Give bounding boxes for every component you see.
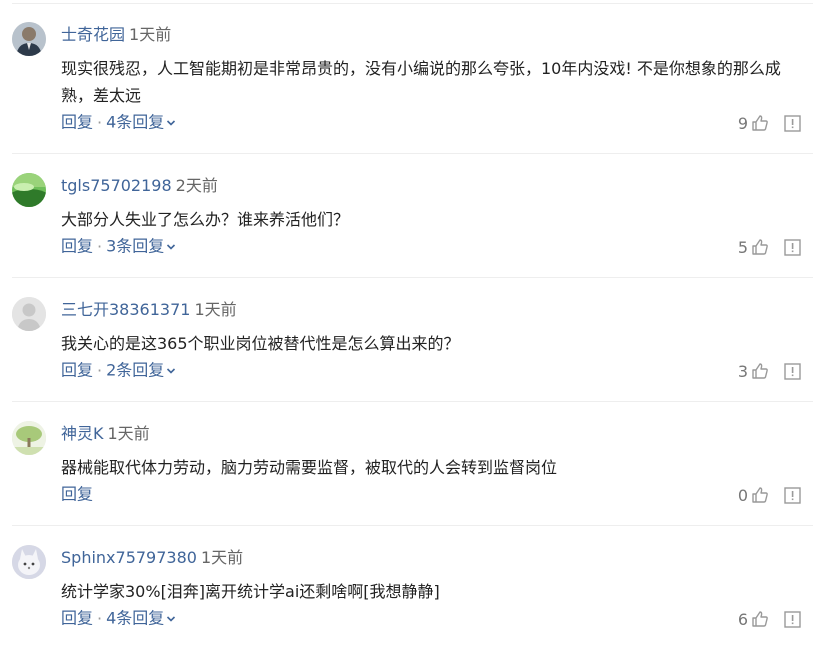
view-replies-button[interactable]: 3条回复	[106, 237, 164, 256]
separator: ·	[97, 360, 103, 380]
thumbs-up-icon[interactable]	[751, 610, 769, 628]
comment-actions: 回复 · 4条回复	[61, 607, 176, 630]
comment-tools: 0	[738, 484, 801, 506]
timestamp: 1天前	[107, 424, 150, 443]
report-icon[interactable]	[784, 238, 801, 256]
comment-tools: 6	[738, 608, 801, 630]
comment-list: 士奇花园 1天前 现实很残忍，人工智能期初是非常昂贵的，没有小编说的那么夸张，10…	[0, 0, 825, 654]
view-replies-button[interactable]: 4条回复	[106, 113, 164, 132]
comment-actions: 回复 · 4条回复	[61, 111, 176, 134]
comment-item: 神灵K 1天前 器械能取代体力劳动，脑力劳动需要监督，被取代的人会转到监督岗位 回…	[0, 402, 825, 526]
avatar[interactable]	[12, 545, 46, 579]
thumbs-up-icon[interactable]	[751, 362, 769, 380]
like-count: 0	[737, 485, 748, 505]
comment-tools: 3	[738, 360, 801, 382]
chevron-down-icon[interactable]	[166, 242, 176, 252]
comment-meta: 三七开38361371 1天前	[61, 299, 237, 321]
comment-item: Sphinx75797380 1天前 统计学家30%[泪奔]离开统计学ai还剩啥啊…	[0, 526, 825, 650]
avatar-tree-icon	[12, 421, 46, 455]
report-icon[interactable]	[784, 362, 801, 380]
reply-button[interactable]: 回复	[61, 237, 93, 256]
comment-meta: tgls75702198 2天前	[61, 175, 218, 197]
avatar[interactable]	[12, 22, 46, 56]
reply-button[interactable]: 回复	[61, 485, 93, 504]
separator: ·	[97, 608, 103, 628]
comment-text: 我关心的是这365个职业岗位被替代性是怎么算出来的？	[61, 334, 460, 353]
separator: ·	[97, 236, 103, 256]
username-link[interactable]: tgls75702198	[61, 176, 172, 195]
separator: ·	[97, 112, 103, 132]
chevron-down-icon[interactable]	[166, 614, 176, 624]
username-link[interactable]: 士奇花园	[61, 25, 125, 44]
chevron-down-icon[interactable]	[166, 366, 176, 376]
comment-actions: 回复 · 3条回复	[61, 235, 176, 258]
username-link[interactable]: 神灵K	[61, 424, 104, 443]
like-count: 9	[737, 113, 748, 133]
avatar-person-icon	[12, 22, 46, 56]
avatar[interactable]	[12, 173, 46, 207]
avatar[interactable]	[12, 297, 46, 331]
comment-meta: Sphinx75797380 1天前	[61, 547, 243, 569]
comment-actions: 回复	[61, 483, 93, 506]
like-count: 6	[737, 609, 748, 629]
comment-actions: 回复 · 2条回复	[61, 359, 176, 382]
timestamp: 1天前	[194, 300, 237, 319]
comment-text: 器械能取代体力劳动，脑力劳动需要监督，被取代的人会转到监督岗位	[61, 458, 558, 477]
timestamp: 2天前	[175, 176, 218, 195]
thumbs-up-icon[interactable]	[751, 114, 769, 132]
comment-item: tgls75702198 2天前 大部分人失业了怎么办？谁来养活他们？ 回复 · 3条…	[0, 154, 825, 278]
avatar[interactable]	[12, 421, 46, 455]
report-icon[interactable]	[784, 114, 801, 132]
username-link[interactable]: Sphinx75797380	[61, 548, 197, 567]
reply-button[interactable]: 回复	[61, 361, 93, 380]
comment-item: 士奇花园 1天前 现实很残忍，人工智能期初是非常昂贵的，没有小编说的那么夸张，10…	[0, 3, 825, 154]
username-link[interactable]: 三七开38361371	[61, 300, 190, 319]
reply-button[interactable]: 回复	[61, 113, 93, 132]
like-count: 3	[737, 361, 748, 381]
comment-meta: 神灵K 1天前	[61, 423, 150, 445]
like-count: 5	[737, 237, 748, 257]
comment-item: 三七开38361371 1天前 我关心的是这365个职业岗位被替代性是怎么算出来的…	[0, 278, 825, 402]
comment-meta: 士奇花园 1天前	[61, 24, 171, 46]
comment-text: 大部分人失业了怎么办？谁来养活他们？	[61, 210, 350, 229]
avatar-landscape-icon	[12, 173, 46, 207]
comment-tools: 9	[738, 112, 801, 134]
timestamp: 1天前	[200, 548, 244, 567]
avatar-default-icon	[12, 297, 46, 331]
comment-text: 现实很残忍，人工智能期初是非常昂贵的，没有小编说的那么夸张，10年内没戏! 不是…	[61, 59, 781, 105]
comment-tools: 5	[738, 236, 801, 258]
thumbs-up-icon[interactable]	[751, 486, 769, 504]
view-replies-button[interactable]: 2条回复	[106, 361, 164, 380]
comment-text: 统计学家30%[泪奔]离开统计学ai还剩啥啊[我想静静]	[61, 582, 440, 601]
view-replies-button[interactable]: 4条回复	[106, 609, 164, 628]
timestamp: 1天前	[129, 25, 172, 44]
reply-button[interactable]: 回复	[61, 609, 93, 628]
avatar-animal-icon	[12, 545, 46, 579]
report-icon[interactable]	[784, 610, 801, 628]
thumbs-up-icon[interactable]	[751, 238, 769, 256]
chevron-down-icon[interactable]	[166, 118, 176, 128]
report-icon[interactable]	[784, 486, 801, 504]
